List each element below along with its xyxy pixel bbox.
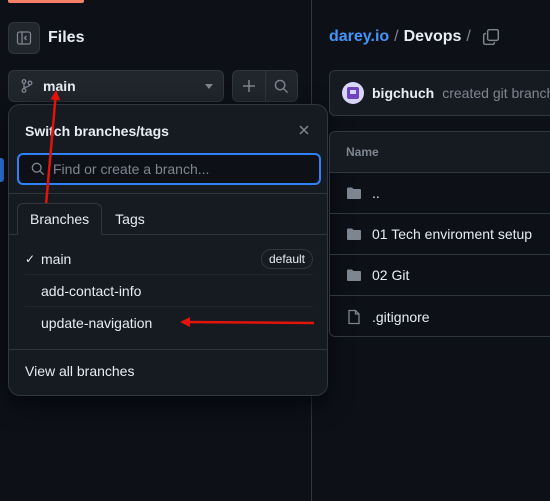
file-name: .. — [372, 185, 380, 201]
latest-commit-bar: bigchuch created git branch — [329, 70, 550, 116]
default-badge: default — [260, 248, 313, 269]
copy-path-button[interactable] — [482, 28, 500, 51]
file-tree-tools — [232, 70, 298, 102]
files-header: Files — [8, 22, 84, 54]
breadcrumb: darey.io / Devops / — [329, 28, 476, 46]
active-item-marker — [0, 158, 4, 182]
tab-branches[interactable]: Branches — [17, 203, 103, 235]
commit-author[interactable]: bigchuch — [372, 85, 434, 101]
file-icon — [346, 309, 362, 325]
branch-list: ✓ main default add-contact-info update-n… — [25, 243, 313, 339]
file-table: Name .. 01 Tech enviroment setup 02 Git … — [329, 131, 550, 337]
table-row[interactable]: 02 Git — [330, 255, 550, 296]
breadcrumb-current: Devops — [403, 28, 462, 45]
branch-selector-label: main — [43, 78, 76, 94]
folder-icon — [346, 226, 362, 242]
git-branch-icon — [21, 79, 33, 93]
file-name: 02 Git — [372, 267, 410, 283]
copy-icon — [482, 28, 500, 46]
branch-search-input[interactable] — [53, 161, 303, 177]
close-button[interactable] — [295, 121, 313, 139]
breadcrumb-owner-link[interactable]: darey.io — [329, 28, 389, 46]
search-icon — [274, 79, 288, 93]
dropdown-tabs: Branches Tags — [17, 203, 158, 235]
avatar[interactable] — [342, 82, 364, 104]
search-icon — [31, 162, 45, 176]
breadcrumb-separator: / — [394, 28, 399, 45]
table-row[interactable]: 01 Tech enviroment setup — [330, 214, 550, 255]
branch-item-add-contact-info[interactable]: add-contact-info — [25, 275, 313, 307]
table-row[interactable]: .. — [330, 173, 550, 214]
tab-tags[interactable]: Tags — [102, 203, 158, 235]
branch-item-label: update-navigation — [41, 315, 153, 331]
breadcrumb-separator: / — [466, 28, 471, 45]
search-files-button[interactable] — [264, 71, 298, 101]
plus-icon — [242, 80, 255, 92]
divider — [9, 193, 327, 194]
divider — [9, 349, 327, 350]
branch-item-label: add-contact-info — [41, 282, 142, 299]
file-name: .gitignore — [372, 308, 430, 325]
sidebar-collapse-button[interactable] — [8, 22, 40, 54]
branch-search-field[interactable] — [17, 153, 321, 185]
branch-item-label: main — [41, 250, 72, 267]
table-row[interactable]: .gitignore — [330, 296, 550, 337]
commit-message[interactable]: created git branch — [442, 85, 550, 101]
add-file-button[interactable] — [233, 71, 265, 101]
avatar-image — [347, 87, 359, 99]
file-name: 01 Tech enviroment setup — [372, 226, 533, 242]
check-icon: ✓ — [25, 251, 36, 266]
files-title: Files — [48, 29, 85, 46]
branch-dropdown: Switch branches/tags Branches Tags ✓ mai… — [8, 104, 328, 396]
close-icon — [299, 125, 309, 135]
branch-item-update-navigation[interactable]: update-navigation — [25, 307, 313, 339]
folder-icon — [346, 267, 362, 283]
chevron-down-icon — [205, 83, 213, 89]
branch-selector-button[interactable]: main — [8, 70, 224, 102]
sidebar-collapse-icon — [16, 31, 32, 45]
branch-item-main[interactable]: ✓ main default — [25, 243, 313, 275]
dropdown-title: Switch branches/tags — [25, 123, 169, 139]
table-header-name: Name — [330, 132, 550, 173]
view-all-branches-link[interactable]: View all branches — [25, 363, 134, 379]
folder-icon — [346, 185, 362, 201]
